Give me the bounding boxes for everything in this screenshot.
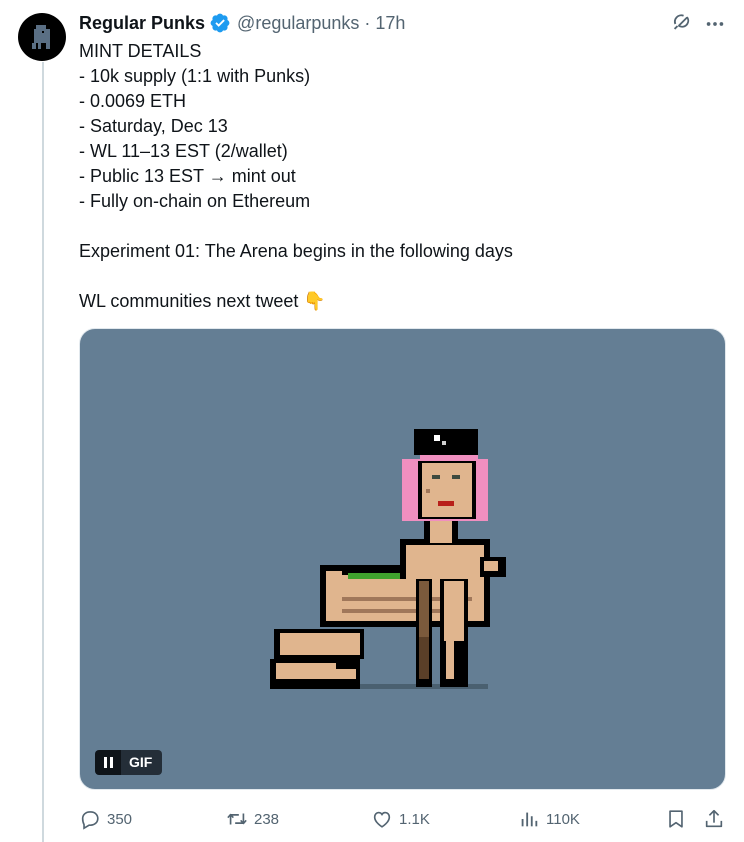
tweet-header: Regular Punks @regularpunks · 17h bbox=[79, 12, 405, 34]
tweet-text: MINT DETAILS - 10k supply (1:1 with Punk… bbox=[79, 39, 719, 314]
tweet-line: - 10k supply (1:1 with Punks) bbox=[79, 66, 311, 86]
display-name[interactable]: Regular Punks bbox=[79, 13, 205, 34]
reply-button[interactable]: 350 bbox=[79, 806, 132, 832]
reply-icon bbox=[81, 811, 99, 830]
views-icon bbox=[521, 812, 538, 827]
heart-icon bbox=[373, 811, 391, 828]
verified-badge-icon bbox=[209, 12, 231, 34]
grok-icon[interactable] bbox=[670, 12, 692, 34]
share-icon bbox=[705, 809, 723, 828]
bookmark-icon bbox=[669, 810, 683, 828]
retweet-count: 238 bbox=[254, 810, 280, 828]
share-button[interactable] bbox=[703, 806, 725, 832]
retweet-icon bbox=[227, 813, 247, 825]
avatar[interactable] bbox=[18, 13, 66, 61]
tweet-line: - Saturday, Dec 13 bbox=[79, 116, 228, 136]
bookmark-button[interactable] bbox=[665, 806, 687, 832]
views-count: 110K bbox=[546, 810, 580, 828]
tweet-line: - WL 11–13 EST (2/wallet) bbox=[79, 141, 288, 161]
pixel-art-punk-image bbox=[270, 429, 506, 689]
tweet-line: WL communities next tweet 👇 bbox=[79, 291, 326, 311]
tweet-line: - Fully on-chain on Ethereum bbox=[79, 191, 311, 211]
tweet-line: Experiment 01: The Arena begins in the f… bbox=[79, 241, 513, 261]
gif-media[interactable]: GIF bbox=[79, 328, 726, 790]
views-button[interactable]: 110K bbox=[518, 806, 580, 832]
gif-badge[interactable]: GIF bbox=[95, 750, 163, 775]
more-icon[interactable] bbox=[704, 13, 726, 35]
like-count: 1.1K bbox=[399, 810, 430, 828]
tweet-line: MINT DETAILS bbox=[79, 41, 202, 61]
thread-line bbox=[42, 62, 44, 842]
action-bar: 350 238 1.1K 110K bbox=[79, 806, 729, 832]
tweet-line: - Public 13 EST → mint out bbox=[79, 166, 296, 186]
pause-icon[interactable] bbox=[95, 750, 121, 775]
separator-dot: · bbox=[364, 12, 371, 33]
gif-label: GIF bbox=[121, 750, 163, 775]
handle[interactable]: @regularpunks bbox=[237, 13, 359, 34]
like-button[interactable]: 1.1K bbox=[371, 806, 430, 832]
reply-count: 350 bbox=[107, 810, 133, 828]
timestamp[interactable]: 17h bbox=[375, 13, 405, 34]
tweet-line: - 0.0069 ETH bbox=[79, 91, 187, 111]
retweet-button[interactable]: 238 bbox=[226, 806, 279, 832]
